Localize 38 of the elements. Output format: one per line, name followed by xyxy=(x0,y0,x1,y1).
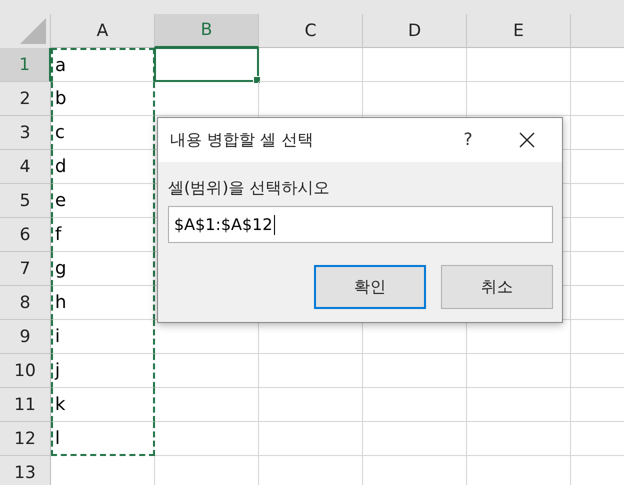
table-cell[interactable]: d xyxy=(51,150,155,184)
row-header[interactable]: 11 xyxy=(0,388,51,422)
table-cell[interactable]: f xyxy=(51,218,155,252)
row-header[interactable]: 12 xyxy=(0,422,51,456)
column-header[interactable]: C xyxy=(259,14,363,48)
table-cell[interactable]: e xyxy=(51,184,155,218)
close-icon xyxy=(519,132,535,148)
dialog-button[interactable]: 취소 xyxy=(441,265,553,309)
row-header[interactable]: 5 xyxy=(0,184,51,218)
dialog-button[interactable]: 확인 xyxy=(314,265,426,309)
row-header[interactable]: 8 xyxy=(0,286,51,320)
row-header[interactable]: 9 xyxy=(0,320,51,354)
help-button[interactable]: ? xyxy=(456,130,480,150)
row-header[interactable]: 1 xyxy=(0,48,51,82)
row-header[interactable]: 3 xyxy=(0,116,51,150)
row-header[interactable]: 10 xyxy=(0,354,51,388)
prompt-label: 셀(범위)을 선택하시오 xyxy=(168,178,331,199)
dialog-title: 내용 병합할 셀 선택 xyxy=(170,130,314,150)
column-header[interactable]: E xyxy=(467,14,571,48)
row-header[interactable]: 4 xyxy=(0,150,51,184)
close-button[interactable] xyxy=(518,131,536,149)
table-cell[interactable]: l xyxy=(51,422,155,456)
column-header[interactable]: D xyxy=(363,14,467,48)
table-cell[interactable]: g xyxy=(51,252,155,286)
row-header[interactable]: 13 xyxy=(0,456,51,485)
row-header[interactable]: 2 xyxy=(0,82,51,116)
column-header[interactable]: B xyxy=(155,14,259,48)
table-cell[interactable]: h xyxy=(51,286,155,320)
row-header[interactable]: 6 xyxy=(0,218,51,252)
range-input-field[interactable]: $A$1:$A$12 xyxy=(168,206,553,243)
table-cell[interactable]: c xyxy=(51,116,155,150)
table-cell[interactable]: i xyxy=(51,320,155,354)
table-cell[interactable]: j xyxy=(51,354,155,388)
row-header[interactable]: 7 xyxy=(0,252,51,286)
table-cell[interactable]: b xyxy=(51,82,155,116)
table-cell[interactable]: k xyxy=(51,388,155,422)
triangle-icon xyxy=(20,18,46,44)
table-cell[interactable]: a xyxy=(51,48,155,82)
